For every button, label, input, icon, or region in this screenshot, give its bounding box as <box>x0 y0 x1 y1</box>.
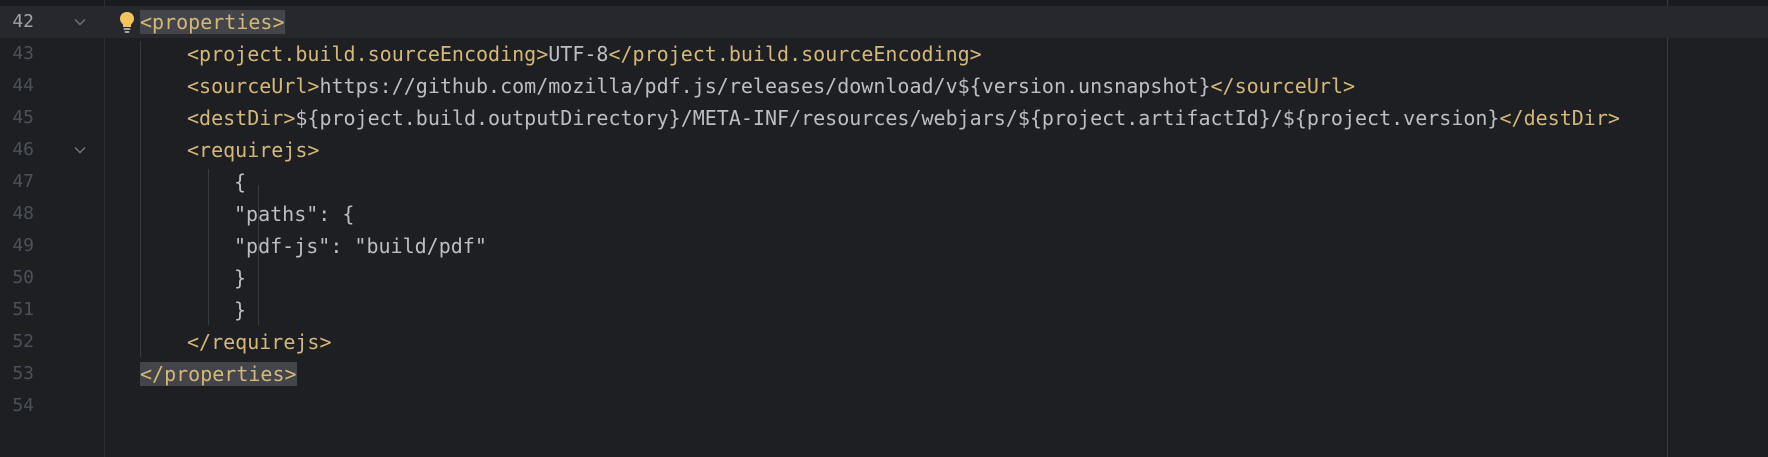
xml-tag: <requirejs> <box>187 138 320 162</box>
xml-text: } <box>234 266 247 290</box>
line-number[interactable]: 50 <box>0 262 34 298</box>
code-text[interactable]: </requirejs> <box>187 326 332 358</box>
line-number[interactable]: 48 <box>0 198 34 234</box>
xml-text: "pdf-js": "build/pdf" <box>234 234 487 258</box>
xml-tag: <sourceUrl> <box>187 74 320 98</box>
code-line[interactable]: 46 <requirejs> <box>0 134 1768 166</box>
code-text[interactable]: "pdf-js": "build/pdf" <box>234 230 487 262</box>
xml-text: UTF-8 <box>548 42 609 66</box>
code-text[interactable]: } <box>234 262 246 294</box>
chevron-down-icon[interactable] <box>72 142 88 158</box>
xml-tag: </destDir> <box>1499 106 1620 130</box>
code-text[interactable]: <project.build.sourceEncoding>UTF-8</pro… <box>187 38 982 70</box>
code-line[interactable]: 53 </properties> <box>0 358 1768 390</box>
code-line[interactable]: 54 <box>0 390 1768 422</box>
xml-tag: </sourceUrl> <box>1210 74 1356 98</box>
xml-tag: </properties> <box>140 362 297 386</box>
line-number[interactable]: 47 <box>0 166 34 202</box>
code-text[interactable]: { <box>234 166 246 198</box>
xml-text: "paths": { <box>234 202 355 226</box>
code-text[interactable]: <properties> <box>140 6 285 38</box>
xml-tag: <project.build.sourceEncoding> <box>187 42 549 66</box>
line-number[interactable]: 42 <box>0 6 34 42</box>
code-line[interactable]: 48 "paths": { <box>0 198 1768 230</box>
code-editor[interactable]: 42 <properties> 43 <project.build.sourceEnc… <box>0 0 1768 457</box>
code-line[interactable]: 45 <destDir>${project.build.outputDirecto… <box>0 102 1768 134</box>
code-line[interactable]: 47{ <box>0 166 1768 198</box>
code-text[interactable]: <destDir>${project.build.outputDirectory… <box>187 102 1620 134</box>
lightbulb-icon[interactable] <box>116 10 138 34</box>
code-text[interactable]: <requirejs> <box>187 134 319 166</box>
code-line[interactable]: 51} <box>0 294 1768 326</box>
code-line[interactable]: 50} <box>0 262 1768 294</box>
xml-text: } <box>234 298 247 322</box>
line-number[interactable]: 44 <box>0 70 34 106</box>
line-number[interactable]: 53 <box>0 358 34 394</box>
line-number[interactable]: 45 <box>0 102 34 138</box>
code-line[interactable]: 44 <sourceUrl>https://github.com/mozilla/… <box>0 70 1768 102</box>
code-line[interactable]: 49 "pdf-js": "build/pdf" <box>0 230 1768 262</box>
xml-tag: <destDir> <box>187 106 296 130</box>
xml-text: ${project.build.outputDirectory}/META-IN… <box>295 106 1500 130</box>
code-text[interactable]: </properties> <box>140 358 297 390</box>
line-number[interactable]: 54 <box>0 390 34 426</box>
line-number[interactable]: 43 <box>0 38 34 74</box>
line-number[interactable]: 51 <box>0 294 34 330</box>
line-number[interactable]: 49 <box>0 230 34 266</box>
code-line[interactable]: 43 <project.build.sourceEncoding>UTF-8</p… <box>0 38 1768 70</box>
xml-tag: <properties> <box>140 10 285 34</box>
xml-text: https://github.com/mozilla/pdf.js/releas… <box>319 74 1211 98</box>
code-line[interactable]: 42 <properties> <box>0 6 1768 38</box>
xml-text: { <box>234 170 247 194</box>
chevron-down-icon[interactable] <box>72 14 88 30</box>
code-line[interactable]: 52 </requirejs> <box>0 326 1768 358</box>
code-text[interactable]: <sourceUrl>https://github.com/mozilla/pd… <box>187 70 1355 102</box>
line-number[interactable]: 52 <box>0 326 34 362</box>
xml-tag: </requirejs> <box>187 330 332 354</box>
code-text[interactable]: "paths": { <box>234 198 354 230</box>
xml-tag: </project.build.sourceEncoding> <box>608 42 982 66</box>
line-number[interactable]: 46 <box>0 134 34 170</box>
code-text[interactable]: } <box>234 294 246 326</box>
